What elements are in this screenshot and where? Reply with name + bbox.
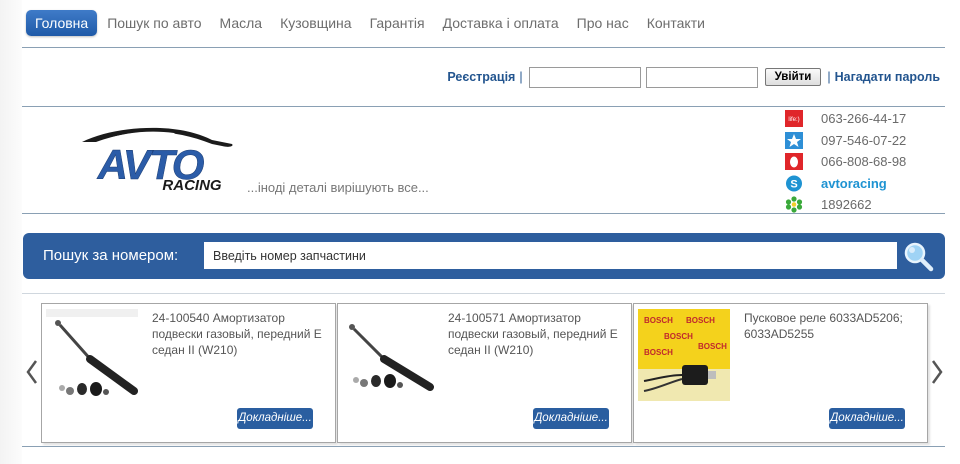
main-nav: Головна Пошук по авто Масла Кузовщина Га… (26, 10, 714, 36)
contact-list: life:) 063-266-44-17 097-546-07-22 066-8… (785, 108, 906, 216)
product-card[interactable]: 24-100540 Амортизатор подвески газовый, … (41, 303, 336, 443)
logo-car-icon: AVTO RACING (82, 127, 233, 194)
svg-text:BOSCH: BOSCH (686, 316, 715, 325)
product-image-shock-absorber[interactable] (342, 309, 434, 401)
register-link[interactable]: Реєстрація (447, 70, 515, 84)
remind-password-link[interactable]: Нагадати пароль (835, 70, 940, 84)
product-card[interactable]: 24-100571 Амортизатор подвески газовый, … (337, 303, 632, 443)
mts-icon (785, 153, 803, 171)
svg-text:BOSCH: BOSCH (664, 332, 693, 341)
nav-item-home[interactable]: Головна (26, 10, 98, 36)
separator: | (827, 70, 831, 84)
product-title[interactable]: Пусковое реле 6033AD5206; 6033AD5255 (744, 310, 920, 342)
page-left-shadow (0, 0, 22, 464)
skype-icon: S (785, 175, 803, 192)
product-image-bosch-relay[interactable]: BOSCH BOSCH BOSCH BOSCH BOSCH (638, 309, 730, 401)
site-logo[interactable]: AVTO RACING (62, 124, 238, 196)
divider (22, 213, 945, 214)
icq-icon (785, 196, 803, 213)
skype-handle[interactable]: avtoracing (821, 176, 887, 191)
icq-number[interactable]: 1892662 (821, 197, 872, 212)
nav-item-delivery[interactable]: Доставка і оплата (434, 10, 568, 36)
life-icon: life:) (785, 110, 803, 128)
site-tagline: ...іноді деталі вирішують все... (247, 180, 429, 195)
nav-item-warranty[interactable]: Гарантія (361, 10, 434, 36)
contact-item: 097-546-07-22 (785, 130, 906, 152)
svg-text:BOSCH: BOSCH (644, 316, 673, 325)
product-card[interactable]: BOSCH BOSCH BOSCH BOSCH BOSCH Пусковое р… (633, 303, 928, 443)
password-field[interactable] (645, 66, 758, 88)
carousel-prev-arrow-icon[interactable] (24, 357, 40, 387)
kyivstar-icon (785, 131, 803, 149)
part-number-search-input[interactable] (204, 242, 897, 269)
nav-item-body-parts[interactable]: Кузовщина (271, 10, 361, 36)
divider (22, 47, 945, 48)
divider (22, 293, 945, 294)
search-label: Пошук за номером: (43, 247, 179, 264)
search-icon (904, 242, 934, 272)
login-form: Реєстрація | Увійти | Нагадати пароль (447, 66, 940, 88)
contact-item: 066-808-68-98 (785, 151, 906, 173)
contact-item: life:) 063-266-44-17 (785, 108, 906, 130)
svg-text:BOSCH: BOSCH (698, 342, 727, 351)
details-button[interactable]: Докладніше... (533, 408, 609, 429)
nav-item-contacts[interactable]: Контакти (638, 10, 714, 36)
divider (22, 106, 945, 107)
part-search-bar: Пошук за номером: (23, 233, 945, 279)
nav-item-about[interactable]: Про нас (568, 10, 638, 36)
details-button[interactable]: Докладніше... (829, 408, 905, 429)
phone-number[interactable]: 097-546-07-22 (821, 133, 906, 148)
svg-text:S: S (790, 178, 797, 190)
login-field[interactable] (528, 66, 641, 88)
svg-text:BOSCH: BOSCH (644, 348, 673, 357)
nav-item-oils[interactable]: Масла (211, 10, 272, 36)
phone-number[interactable]: 063-266-44-17 (821, 111, 906, 126)
phone-number[interactable]: 066-808-68-98 (821, 154, 906, 169)
carousel-next-arrow-icon[interactable] (929, 357, 945, 387)
product-title[interactable]: 24-100540 Амортизатор подвески газовый, … (152, 310, 328, 358)
search-button[interactable] (900, 238, 936, 274)
details-button[interactable]: Докладніше... (237, 408, 313, 429)
product-title[interactable]: 24-100571 Амортизатор подвески газовый, … (448, 310, 624, 358)
divider (22, 446, 945, 447)
separator: | (519, 70, 523, 84)
nav-item-search-by-car[interactable]: Пошук по авто (98, 10, 210, 36)
contact-item: S avtoracing (785, 173, 906, 195)
svg-text:RACING: RACING (162, 177, 221, 194)
login-button[interactable]: Увійти (764, 68, 822, 86)
product-image-shock-absorber[interactable] (46, 309, 138, 401)
svg-text:life:): life:) (788, 117, 799, 123)
